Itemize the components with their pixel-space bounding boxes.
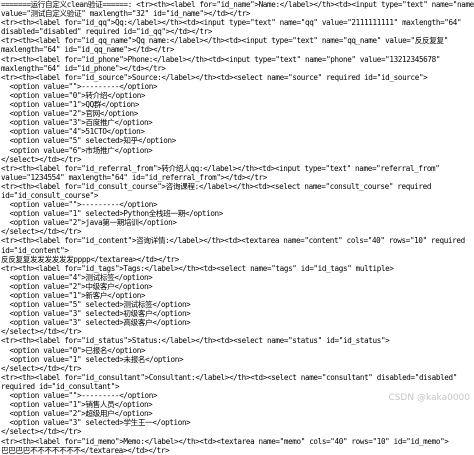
code-line: value="1234554" maxlength="64" id="id_re…	[1, 172, 267, 182]
code-line: <option value="">---------</option>	[1, 200, 158, 210]
code-line: <tr><th><label for="id_status">Status:</…	[1, 336, 390, 346]
code-line: id="id_content">	[1, 245, 69, 255]
code-line: <tr><th><label for="id_consultant">Consu…	[1, 372, 457, 382]
code-line: <tr><th><label for="id_referral_from">转介…	[1, 163, 440, 173]
code-line: <option value="4">51CTO</option>	[1, 127, 145, 137]
code-line: <option value="1">QQ群</option>	[1, 100, 140, 110]
code-line: <option value="3" selected>高级客户</option>	[1, 318, 191, 328]
code-line: </select></td></tr>	[1, 427, 82, 437]
code-line: <option value="5" selected>知乎</option>	[1, 136, 176, 146]
code-line: <tr><th><label for="id_content">咨询详情:</l…	[1, 236, 465, 246]
code-line: <option value="">---------</option>	[1, 81, 158, 91]
code-line: <option value="2">官网</option>	[1, 109, 138, 119]
code-line: <option value="6">市场推广</option>	[1, 145, 153, 155]
code-line: <tr><th><label for="id_memo">Memo:</labe…	[1, 436, 449, 446]
code-line: 巴巴巴巴不不不不不不不</textarea></td></tr>	[1, 445, 170, 455]
watermark: CSDN @kaka0000	[388, 393, 470, 403]
code-line: <tr><th><label for="id_qq">Qq:</label></…	[1, 18, 462, 28]
code-line: value="测试自定义验证" maxlength="32" id="id_na…	[1, 9, 251, 19]
code-line: <option value="3" selected>初级客户</option>	[1, 309, 191, 319]
code-line: <option value="3">百度推广</option>	[1, 118, 153, 128]
code-line: <option value="4">测试标签</option>	[1, 272, 153, 282]
code-line: id="id_consult_course">	[1, 190, 99, 200]
code-line: </select></td></tr>	[1, 154, 82, 164]
code-line: =======运行自定义clean验证======: <tr><th><labe…	[1, 0, 474, 9]
code-line: required id="id_consultant">	[1, 381, 120, 391]
code-line: <tr><th><label for="id_tags">Tags:</labe…	[1, 263, 394, 273]
code-line: <option value="1" selected>未报名</option>	[1, 354, 184, 364]
code-line: <tr><th><label for="id_consult_course">咨…	[1, 181, 432, 191]
code-line: </select></td></tr>	[1, 227, 82, 237]
code-line: <option value="2">java第一期培训</option>	[1, 218, 177, 228]
code-line: <option value="0">转介绍</option>	[1, 90, 146, 100]
code-line: </select></td></tr>	[1, 327, 82, 337]
code-line: <option value="1">新客户</option>	[1, 291, 146, 300]
code-line: maxlength="64" id="id_qq_name"></td></tr…	[1, 45, 175, 55]
code-line: <option value="2">中级客户</option>	[1, 281, 153, 291]
code-line: 反反复复发发发发发发pppp</textarea></td></tr>	[1, 254, 179, 264]
code-line: <option value="2">超级用户</option>	[1, 409, 153, 419]
code-line: <option value="5" selected>测试标签</option>	[1, 300, 191, 310]
code-line: <option value="3" selected>学生王一</option>	[1, 418, 191, 428]
code-line: <tr><th><label for="id_qq_name">Qq name:…	[1, 36, 448, 46]
code-line: <option value="1" selected>Python全栈班一期</…	[1, 209, 223, 219]
code-line: <option value="0">已报名</option>	[1, 345, 146, 355]
code-line: </select></td></tr>	[1, 363, 82, 373]
code-listing: =======运行自定义clean验证======: <tr><th><labe…	[0, 0, 474, 455]
code-line: <tr><th><label for="id_source">Source:</…	[1, 72, 428, 82]
code-line: maxlength="64" id="id_phone"></td></tr>	[1, 63, 166, 73]
code-line: <tr><th><label for="id_phone">Phone:</la…	[1, 54, 441, 64]
code-line: disabled="disabled" required id="id_qq">…	[1, 27, 213, 37]
